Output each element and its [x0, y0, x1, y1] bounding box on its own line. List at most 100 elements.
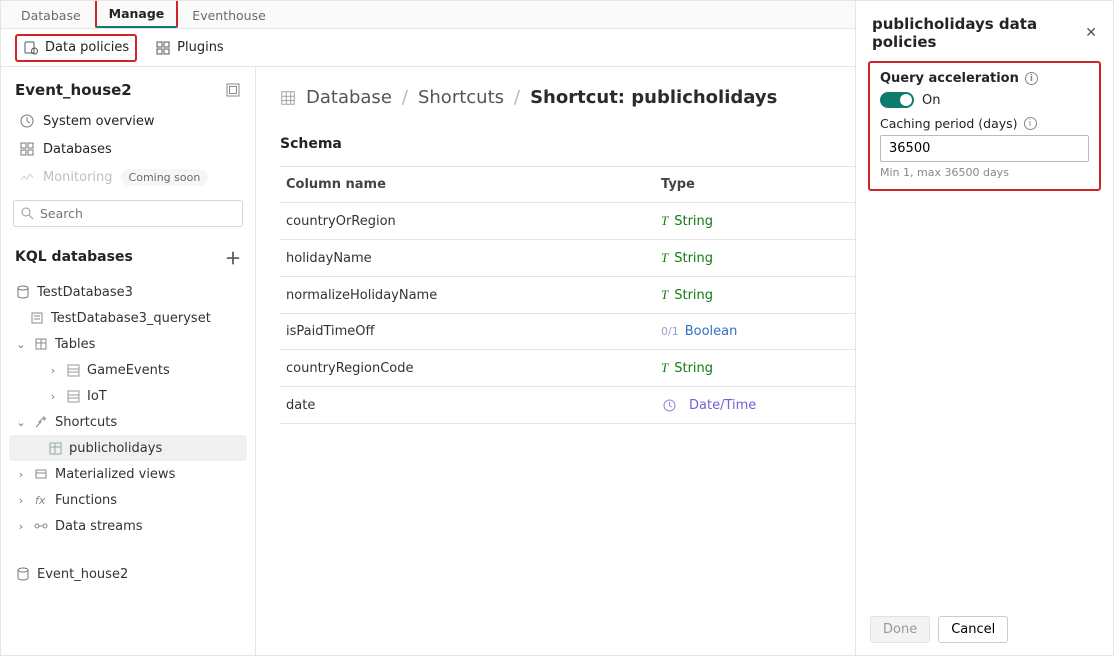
- type-datetime: Date/Time: [689, 398, 756, 413]
- info-icon[interactable]: i: [1024, 117, 1037, 130]
- tab-manage[interactable]: Manage: [95, 0, 179, 28]
- col-name: countryRegionCode: [286, 361, 661, 376]
- type-string: String: [661, 213, 713, 229]
- policies-panel: publicholidays data policies ✕ Query acc…: [855, 1, 1113, 655]
- chevron-right-icon: ›: [15, 494, 27, 507]
- col-name: countryOrRegion: [286, 214, 661, 229]
- tree-publicholidays[interactable]: publicholidays: [9, 435, 247, 461]
- db-tree: TestDatabase3 TestDatabase3_queryset ⌄ T…: [9, 279, 247, 587]
- toolbar-plugins[interactable]: Plugins: [149, 36, 230, 60]
- monitoring-icon: [19, 170, 35, 186]
- kql-databases-header: KQL databases: [15, 249, 133, 265]
- search-container: [13, 200, 243, 227]
- tree-eventhouse2-label: Event_house2: [37, 567, 128, 582]
- breadcrumb-separator: /: [514, 87, 520, 108]
- tree-shortcuts-label: Shortcuts: [55, 415, 117, 430]
- query-acceleration-label: Query acceleration: [880, 71, 1019, 86]
- svg-text:fx: fx: [35, 494, 46, 507]
- queryset-icon: [29, 310, 45, 326]
- type-boolean: Boolean: [661, 324, 737, 339]
- tree-publicholidays-label: publicholidays: [69, 441, 162, 456]
- table-icon: [65, 388, 81, 404]
- nav-system-overview-label: System overview: [43, 114, 155, 129]
- tab-database[interactable]: Database: [9, 2, 93, 28]
- done-button: Done: [870, 616, 930, 643]
- chevron-right-icon: ›: [47, 390, 59, 403]
- col-name: normalizeHolidayName: [286, 288, 661, 303]
- col-name: date: [286, 398, 661, 413]
- eventhouse-title: Event_house2: [15, 81, 132, 99]
- plugins-icon: [155, 40, 171, 56]
- shortcut-table-icon: [47, 440, 63, 456]
- tree-iot[interactable]: › IoT: [9, 383, 247, 409]
- databases-icon: [19, 141, 35, 157]
- tree-data-streams-label: Data streams: [55, 519, 143, 534]
- chevron-down-icon: ⌄: [15, 416, 27, 429]
- toolbar-data-policies[interactable]: Data policies: [15, 34, 137, 62]
- tree-queryset[interactable]: TestDatabase3_queryset: [9, 305, 247, 331]
- close-icon[interactable]: ✕: [1085, 25, 1097, 41]
- schema-col-name-header: Column name: [286, 177, 661, 192]
- shortcuts-icon: [33, 414, 49, 430]
- toggle-state-label: On: [922, 93, 940, 108]
- tree-iot-label: IoT: [87, 389, 107, 404]
- nav-system-overview[interactable]: System overview: [9, 107, 247, 135]
- tree-tables[interactable]: ⌄ Tables: [9, 331, 247, 357]
- breadcrumb-shortcuts[interactable]: Shortcuts: [418, 87, 504, 108]
- breadcrumb-table-icon: [280, 90, 296, 106]
- panel-title: publicholidays data policies: [872, 15, 1085, 51]
- coming-soon-badge: Coming soon: [121, 169, 209, 186]
- nav-monitoring: Monitoring Coming soon: [9, 163, 247, 192]
- cancel-button[interactable]: Cancel: [938, 616, 1008, 643]
- database-icon: [15, 566, 31, 582]
- caching-period-label: Caching period (days): [880, 116, 1018, 131]
- type-string: String: [661, 360, 713, 376]
- toolbar-data-policies-label: Data policies: [45, 40, 129, 55]
- tree-materialized-views-label: Materialized views: [55, 467, 175, 482]
- table-icon: [65, 362, 81, 378]
- tree-shortcuts[interactable]: ⌄ Shortcuts: [9, 409, 247, 435]
- tree-data-streams[interactable]: › Data streams: [9, 513, 247, 539]
- search-input[interactable]: [13, 200, 243, 227]
- caching-period-input[interactable]: [880, 135, 1089, 162]
- clock-icon: [661, 397, 677, 413]
- query-acceleration-section: Query acceleration i On Caching period (…: [868, 61, 1101, 191]
- breadcrumb-current: Shortcut: publicholidays: [530, 87, 777, 108]
- tree-db-testdatabase3[interactable]: TestDatabase3: [9, 279, 247, 305]
- col-name: holidayName: [286, 251, 661, 266]
- breadcrumb-separator: /: [402, 87, 408, 108]
- chevron-right-icon: ›: [47, 364, 59, 377]
- database-icon: [15, 284, 31, 300]
- nav-databases[interactable]: Databases: [9, 135, 247, 163]
- add-database-icon[interactable]: ＋: [225, 245, 241, 269]
- tree-materialized-views[interactable]: › Materialized views: [9, 461, 247, 487]
- breadcrumb-database[interactable]: Database: [306, 87, 392, 108]
- data-streams-icon: [33, 518, 49, 534]
- data-policies-icon: [23, 40, 39, 56]
- tree-functions-label: Functions: [55, 493, 117, 508]
- tree-gameevents[interactable]: › GameEvents: [9, 357, 247, 383]
- nav-monitoring-label: Monitoring: [43, 170, 113, 185]
- toolbar-plugins-label: Plugins: [177, 40, 224, 55]
- tree-tables-label: Tables: [55, 337, 95, 352]
- search-icon: [19, 205, 35, 221]
- overview-icon: [19, 113, 35, 129]
- info-icon[interactable]: i: [1025, 72, 1038, 85]
- materialized-views-icon: [33, 466, 49, 482]
- tree-functions[interactable]: › fx Functions: [9, 487, 247, 513]
- col-name: isPaidTimeOff: [286, 324, 661, 339]
- query-acceleration-toggle[interactable]: [880, 92, 914, 108]
- nav-databases-label: Databases: [43, 142, 112, 157]
- tables-icon: [33, 336, 49, 352]
- functions-icon: fx: [33, 492, 49, 508]
- tree-db-label: TestDatabase3: [37, 285, 133, 300]
- sidebar: Event_house2 System overview Databases: [1, 67, 256, 655]
- tree-gameevents-label: GameEvents: [87, 363, 170, 378]
- caching-period-hint: Min 1, max 36500 days: [880, 166, 1089, 179]
- tree-eventhouse2[interactable]: Event_house2: [9, 561, 247, 587]
- chevron-down-icon: ⌄: [15, 338, 27, 351]
- expand-icon[interactable]: [225, 82, 241, 98]
- chevron-right-icon: ›: [15, 520, 27, 533]
- type-string: String: [661, 287, 713, 303]
- tab-eventhouse[interactable]: Eventhouse: [180, 2, 278, 28]
